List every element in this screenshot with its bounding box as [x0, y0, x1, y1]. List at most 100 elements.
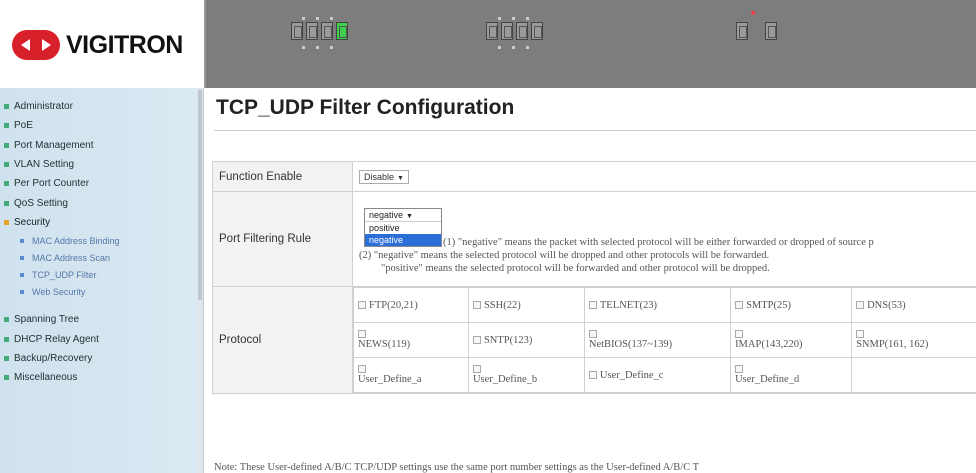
protocol-label-text: NetBIOS(137~139) — [588, 339, 673, 350]
sidebar-item-vlan-setting[interactable]: VLAN Setting — [0, 155, 203, 174]
sidebar-item-label: Administrator — [14, 101, 73, 113]
sidebar-item-dhcp-relay-agent[interactable]: DHCP Relay Agent — [0, 329, 203, 348]
sidebar-item-miscellaneous[interactable]: Miscellaneous — [0, 368, 203, 387]
function-enable-label: Function Enable — [212, 161, 353, 192]
sidebar-item-backup-recovery[interactable]: Backup/Recovery — [0, 349, 203, 368]
checkbox[interactable] — [588, 301, 597, 310]
sidebar-item-label: DHCP Relay Agent — [14, 333, 99, 345]
port-filtering-rule-select[interactable]: negative ▼ — [365, 209, 441, 222]
protocol-label-text: SSH(22) — [483, 299, 521, 311]
protocol-label-text: User_Define_c — [599, 369, 664, 381]
port-active-icon — [336, 22, 348, 40]
sidebar-item-administrator[interactable]: Administrator — [0, 97, 203, 116]
port-icon — [516, 22, 528, 40]
checkbox[interactable] — [472, 336, 481, 345]
sidebar-scrollbar[interactable] — [197, 88, 203, 473]
checkbox[interactable] — [588, 371, 597, 380]
sidebar-item-per-port-counter[interactable]: Per Port Counter — [0, 174, 203, 193]
protocol-option-user-define-a[interactable]: User_Define_a — [353, 357, 469, 393]
checkbox[interactable] — [735, 330, 744, 338]
bullet-icon — [20, 238, 24, 243]
dropdown-option-negative[interactable]: negative — [365, 234, 441, 246]
protocol-cell: FTP(20,21) SSH(22) TELNET(23) SMTP(25) D… — [352, 286, 976, 394]
dropdown-option-positive[interactable]: positive — [365, 222, 441, 234]
protocol-label-text: User_Define_d — [735, 374, 800, 385]
protocol-grid: FTP(20,21) SSH(22) TELNET(23) SMTP(25) D… — [353, 287, 976, 393]
sidebar-subitem-label: Web Security — [32, 286, 86, 297]
protocol-option-news[interactable]: NEWS(119) — [353, 322, 469, 358]
rule-desc-line-1: (1) "negative" means the packet with sel… — [443, 237, 874, 248]
port-group-2 — [486, 22, 543, 40]
sidebar-item-security[interactable]: Security — [0, 213, 203, 232]
checkbox[interactable] — [588, 330, 597, 338]
protocol-option-imap[interactable]: IMAP(143,220) — [730, 322, 853, 358]
note-text: Note: These User-defined A/B/C TCP/UDP s… — [214, 462, 700, 473]
sidebar-item-spanning-tree[interactable]: Spanning Tree — [0, 310, 203, 329]
sidebar-item-port-management[interactable]: Port Management — [0, 136, 203, 155]
title-divider — [214, 130, 976, 131]
function-enable-select[interactable]: Disable ▼ — [359, 169, 409, 184]
chevron-down-icon: ▼ — [406, 213, 413, 220]
checkbox[interactable] — [856, 301, 865, 310]
header-logo-area: VIGITRON — [0, 0, 204, 88]
protocol-option-snmp[interactable]: SNMP(161, 162) — [851, 322, 976, 358]
bullet-icon — [4, 200, 9, 206]
function-enable-value: Disable — [364, 171, 395, 182]
port-filtering-rule-dropdown[interactable]: negative ▼ positive negative — [364, 208, 442, 247]
port-filtering-rule-cell: (1) "negative" means the packet with sel… — [352, 191, 976, 287]
port-leds-top-2 — [498, 17, 529, 20]
page-title: TCP_UDP Filter Configuration — [216, 96, 515, 119]
main-content: TCP_UDP Filter Configuration Function En… — [204, 88, 976, 473]
protocol-option-user-define-b[interactable]: User_Define_b — [467, 357, 585, 393]
sidebar-subitem-mac-address-binding[interactable]: MAC Address Binding — [0, 232, 203, 249]
sidebar-item-label: Per Port Counter — [14, 178, 90, 190]
scrollbar-thumb[interactable] — [198, 90, 202, 300]
brand-logo-icon — [12, 30, 60, 60]
sidebar-item-label: Spanning Tree — [14, 314, 80, 326]
protocol-label-text: DNS(53) — [867, 299, 906, 311]
bullet-icon — [4, 375, 9, 381]
protocol-option-user-define-c[interactable]: User_Define_c — [583, 357, 732, 393]
protocol-label-text: User_Define_a — [358, 374, 422, 385]
protocol-option-dns[interactable]: DNS(53) — [851, 287, 976, 323]
sidebar-item-poe[interactable]: PoE — [0, 116, 203, 135]
checkbox[interactable] — [358, 330, 366, 338]
port-filtering-rule-label: Port Filtering Rule — [212, 191, 353, 287]
protocol-label-text: User_Define_b — [472, 374, 538, 385]
sidebar-subitem-label: TCP_UDP Filter — [32, 269, 97, 280]
protocol-option-user-define-d[interactable]: User_Define_d — [730, 357, 853, 393]
rule-desc-line-3: "positive" means the selected protocol w… — [381, 263, 770, 274]
checkbox[interactable] — [358, 365, 366, 373]
bullet-icon — [4, 142, 9, 148]
bullet-icon — [4, 181, 9, 187]
protocol-empty-cell — [851, 357, 976, 393]
checkbox[interactable] — [472, 301, 481, 310]
protocol-option-netbios[interactable]: NetBIOS(137~139) — [583, 322, 732, 358]
checkbox[interactable] — [472, 365, 481, 373]
sidebar-subitem-mac-address-scan[interactable]: MAC Address Scan — [0, 249, 203, 266]
port-filtering-rule-description: (1) "negative" means the packet with sel… — [359, 200, 976, 278]
function-enable-cell: Disable ▼ — [352, 161, 976, 192]
port-icon — [291, 22, 303, 40]
protocol-label-text: FTP(20,21) — [369, 299, 418, 311]
sidebar-item-label: Port Management — [14, 139, 94, 151]
protocol-option-sntp[interactable]: SNTP(123) — [467, 322, 585, 358]
protocol-option-ssh[interactable]: SSH(22) — [467, 287, 585, 323]
brand-logo-text: VIGITRON — [66, 30, 183, 59]
sidebar-subitem-web-security[interactable]: Web Security — [0, 283, 203, 300]
port-leds-bottom-1 — [302, 46, 333, 49]
protocol-label-text: IMAP(143,220) — [735, 339, 803, 350]
protocol-option-smtp[interactable]: SMTP(25) — [730, 287, 853, 323]
sidebar-item-label: Miscellaneous — [14, 372, 78, 384]
checkbox[interactable] — [856, 330, 865, 338]
checkbox[interactable] — [358, 301, 366, 310]
protocol-option-ftp[interactable]: FTP(20,21) — [353, 287, 469, 323]
sidebar-item-qos-setting[interactable]: QoS Setting — [0, 193, 203, 212]
protocol-option-telnet[interactable]: TELNET(23) — [583, 287, 732, 323]
bullet-icon — [20, 272, 24, 277]
checkbox[interactable] — [735, 301, 744, 310]
port-icon — [321, 22, 333, 40]
sidebar-subitem-tcp-udp-filter[interactable]: TCP_UDP Filter — [0, 266, 203, 283]
bullet-icon — [4, 317, 9, 323]
checkbox[interactable] — [735, 365, 744, 373]
